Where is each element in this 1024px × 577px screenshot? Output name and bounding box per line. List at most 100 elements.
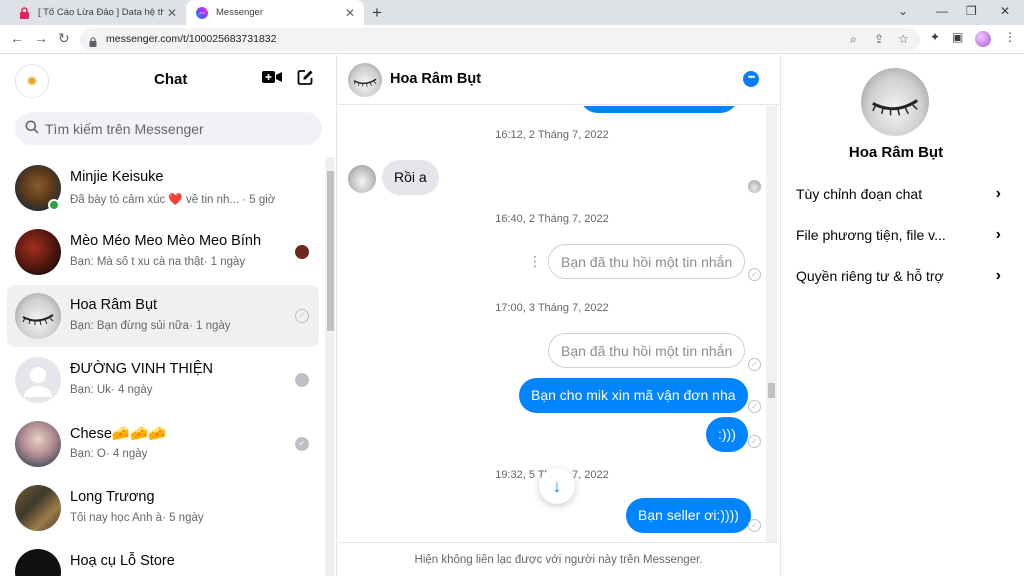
page-title: Chat: [154, 71, 188, 88]
conversation-name: ĐƯỜNG VINH THIỆN: [70, 361, 213, 377]
conversation-item[interactable]: Minjie Keisuke Đã bày tỏ cảm xúc ❤️ về t…: [7, 157, 319, 219]
video-call-icon[interactable]: [262, 69, 282, 89]
conversation-preview: Bạn: Mà số t xu cà na thật· 1 ngày: [70, 256, 246, 268]
conversation-preview: Bạn: Ò· 4 ngày: [70, 448, 148, 460]
minimize-icon[interactable]: —: [936, 4, 948, 18]
new-message-icon[interactable]: [297, 69, 314, 91]
forward-icon[interactable]: →: [34, 30, 48, 46]
tab-title: [ Tố Cáo Lừa Đảo ] Data hệ thống: [38, 7, 164, 18]
check-circle-icon: ✓: [748, 358, 761, 371]
address-bar: ← → ↻ messenger.com/t/100025683731832 ⌕ …: [0, 25, 1024, 54]
chat-list-panel: ✹ Chat Minjie Keisuke Đã bày tỏ cảm xúc …: [0, 55, 337, 576]
side-panel-icon[interactable]: ▣: [952, 30, 963, 44]
contact-name: Hoa Râm Bụt: [848, 144, 944, 161]
avatar: [15, 229, 61, 275]
conversation-name: Chese🧀🧀🧀: [70, 426, 167, 442]
menu-label: Tùy chỉnh đoạn chat: [796, 186, 923, 202]
browser-tab-bar: [ Tố Cáo Lừa Đảo ] Data hệ thống ✕ Messe…: [0, 0, 1024, 25]
timestamp: 16:12, 2 Tháng 7, 2022: [495, 129, 609, 141]
unavailable-notice: Hiện không liên lạc được với người này t…: [338, 542, 779, 576]
scrollbar-thumb[interactable]: [327, 171, 334, 331]
conversation-name: Hoạ cụ Lỗ Store: [70, 553, 175, 569]
avatar: [348, 165, 376, 193]
recalled-message: Bạn đã thu hồi một tin nhắn: [548, 244, 746, 279]
tab-data-he-thong[interactable]: [ Tố Cáo Lừa Đảo ] Data hệ thống ✕: [8, 0, 186, 25]
message-bubble[interactable]: Rồi a: [382, 160, 439, 195]
close-icon[interactable]: ✕: [342, 6, 358, 20]
conversation-preview: Tối nay học Anh à· 5 ngày: [70, 512, 204, 524]
avatar[interactable]: [861, 68, 929, 136]
chevron-right-icon: ›: [995, 185, 1001, 202]
message-actions-icon[interactable]: ⋮: [528, 253, 542, 270]
menu-label: Quyền riêng tư & hỗ trợ: [796, 268, 944, 284]
conversation-item-selected[interactable]: Hoa Râm Bụt Bạn: Bạn đừng sủi nữa· 1 ngà…: [7, 285, 319, 347]
new-tab-icon[interactable]: +: [372, 3, 382, 23]
scrollbar-thumb[interactable]: [768, 383, 775, 398]
conversation-name: Minjie Keisuke: [70, 169, 164, 185]
timestamp: 16:40, 2 Tháng 7, 2022: [495, 213, 609, 225]
contact-name[interactable]: Hoa Râm Bụt: [390, 71, 481, 87]
chat-header: Hoa Râm Bụt •••: [338, 55, 779, 105]
tab-title: Messenger: [216, 7, 263, 18]
conversation-list: Minjie Keisuke Đã bày tỏ cảm xúc ❤️ về t…: [0, 157, 325, 576]
default-avatar: [15, 357, 61, 403]
conversation-info-panel: Hoa Râm Bụt Tùy chỉnh đoạn chat › File ph…: [780, 55, 1024, 576]
conversation-name: Mèo Méo Meo Mèo Meo Bính: [70, 233, 262, 249]
extensions-icon[interactable]: ✦: [930, 30, 940, 44]
menu-kebab-icon[interactable]: ⋮: [1004, 30, 1016, 44]
restore-icon[interactable]: ❐: [966, 4, 977, 18]
conversation-preview: Bạn: Uk· 4 ngày: [70, 384, 153, 396]
conversation-item[interactable]: Chese🧀🧀🧀 Bạn: Ò· 4 ngày ✓: [7, 413, 319, 475]
profile-avatar[interactable]: [975, 31, 991, 47]
check-circle-icon: ✓: [295, 437, 309, 451]
online-status-dot: [48, 199, 60, 211]
url-text: messenger.com/t/100025683731832: [106, 33, 277, 45]
message-bubble-partial[interactable]: [580, 106, 738, 113]
bookmark-star-icon[interactable]: ☆: [898, 32, 909, 46]
chevron-right-icon: ›: [995, 226, 1001, 243]
scrollbar[interactable]: [325, 157, 335, 576]
read-receipt-avatar: [748, 180, 761, 193]
seen-avatar: [295, 373, 309, 387]
search-input[interactable]: [45, 112, 315, 145]
conversation-preview: Bạn: Bạn đừng sủi nữa· 1 ngày: [70, 320, 231, 332]
avatar: [15, 549, 61, 576]
avatar[interactable]: [348, 63, 382, 97]
message-bubble[interactable]: Bạn seller ơi:)))): [626, 498, 751, 533]
page-logo-avatar[interactable]: ✹: [15, 64, 49, 98]
window-close-icon[interactable]: ✕: [1000, 4, 1010, 18]
privacy-support-item[interactable]: Quyền riêng tư & hỗ trợ ›: [796, 261, 1001, 291]
search-box[interactable]: [15, 112, 322, 145]
conversation-name: Long Trương: [70, 489, 155, 505]
back-icon[interactable]: ←: [10, 30, 24, 46]
check-circle-icon: ✓: [748, 400, 761, 413]
conversation-preview: Đã bày tỏ cảm xúc ❤️ về tin nh... · 5 gi…: [70, 194, 276, 206]
close-icon[interactable]: ✕: [164, 6, 180, 20]
reload-icon[interactable]: ↻: [58, 30, 70, 47]
customize-chat-item[interactable]: Tùy chỉnh đoạn chat ›: [796, 179, 1001, 209]
message-bubble[interactable]: Bạn cho mik xin mã vận đơn nha: [519, 378, 748, 413]
check-circle-icon: ✓: [295, 309, 309, 323]
scrollbar[interactable]: [766, 106, 777, 542]
message-bubble[interactable]: :))): [706, 417, 748, 452]
lock-icon: [18, 6, 30, 19]
check-circle-icon: ✓: [748, 435, 761, 448]
avatar: [15, 421, 61, 467]
scroll-to-bottom-button[interactable]: ↓: [539, 468, 575, 504]
conversation-item[interactable]: Hoạ cụ Lỗ Store: [7, 541, 319, 576]
check-circle-icon: ✓: [748, 519, 761, 532]
menu-label: File phương tiện, file v...: [796, 227, 946, 243]
seen-avatar: [295, 245, 309, 259]
timestamp: 17:00, 3 Tháng 7, 2022: [495, 302, 609, 314]
search-icon: [25, 120, 39, 134]
tab-messenger[interactable]: Messenger ✕: [186, 0, 364, 25]
conversation-item[interactable]: Mèo Méo Meo Mèo Meo Bính Bạn: Mà số t xu…: [7, 221, 319, 283]
tab-search-chevron-icon[interactable]: ⌄: [898, 4, 908, 18]
media-files-item[interactable]: File phương tiện, file v... ›: [796, 220, 1001, 250]
more-options-icon[interactable]: •••: [743, 71, 759, 87]
conversation-item[interactable]: ĐƯỜNG VINH THIỆN Bạn: Uk· 4 ngày: [7, 349, 319, 411]
share-icon[interactable]: ⇪: [874, 32, 884, 46]
conversation-item[interactable]: Long Trương Tối nay học Anh à· 5 ngày: [7, 477, 319, 539]
url-field[interactable]: messenger.com/t/100025683731832 ⌕ ⇪ ☆: [80, 28, 920, 51]
zoom-icon[interactable]: ⌕: [850, 32, 857, 47]
